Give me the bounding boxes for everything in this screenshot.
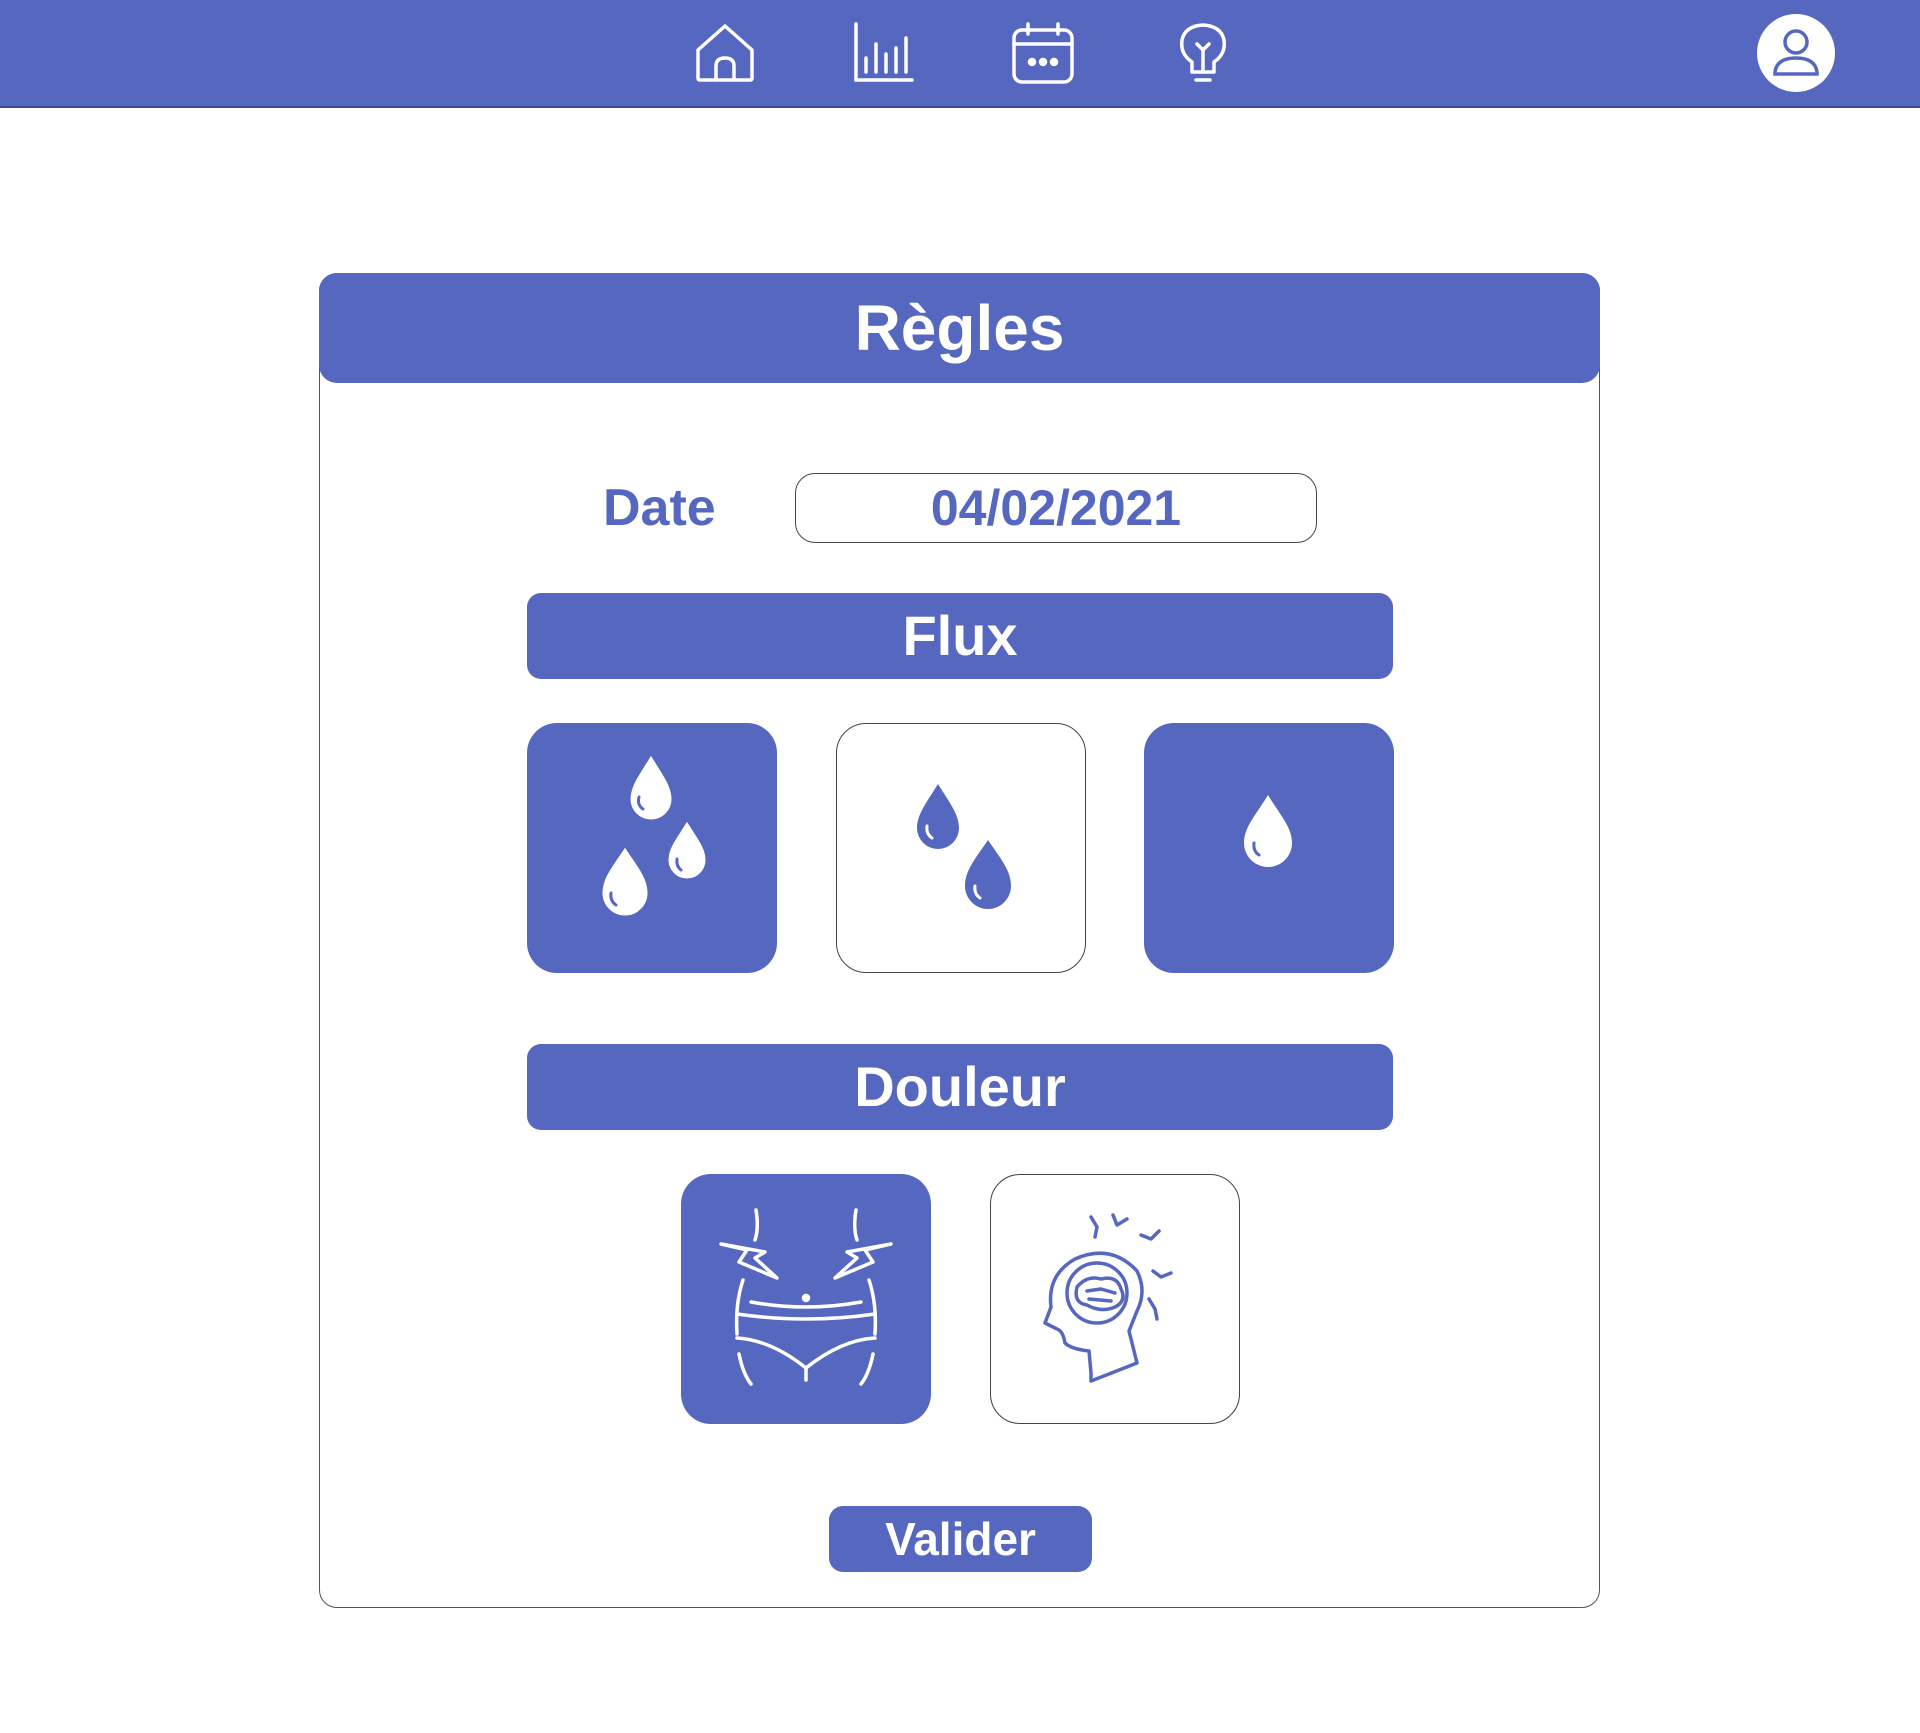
flux-option-light[interactable] [1144, 723, 1394, 973]
two-drops-icon [917, 784, 1011, 909]
three-drops-icon [599, 750, 709, 919]
date-field[interactable]: 04/02/2021 [795, 473, 1317, 543]
user-icon[interactable] [1757, 14, 1835, 92]
flux-section-title: Flux [527, 593, 1393, 679]
one-drop-icon [1244, 795, 1292, 867]
home-icon[interactable] [692, 20, 758, 86]
headache-icon [1043, 1213, 1173, 1383]
calendar-icon[interactable] [1010, 20, 1076, 86]
flux-option-heavy[interactable] [527, 723, 777, 973]
validate-button[interactable]: Valider [829, 1506, 1092, 1572]
lightbulb-icon[interactable] [1170, 20, 1236, 86]
flux-option-medium[interactable] [836, 723, 1086, 973]
douleur-section-title: Douleur [527, 1044, 1393, 1130]
pain-option-abdominal[interactable] [681, 1174, 931, 1424]
pain-option-headache[interactable] [990, 1174, 1240, 1424]
top-navigation-bar [0, 0, 1920, 108]
bar-chart-icon[interactable] [850, 20, 916, 86]
date-label: Date [603, 479, 716, 537]
card-title: Règles [319, 273, 1600, 383]
abdominal-pain-icon [719, 1208, 893, 1386]
